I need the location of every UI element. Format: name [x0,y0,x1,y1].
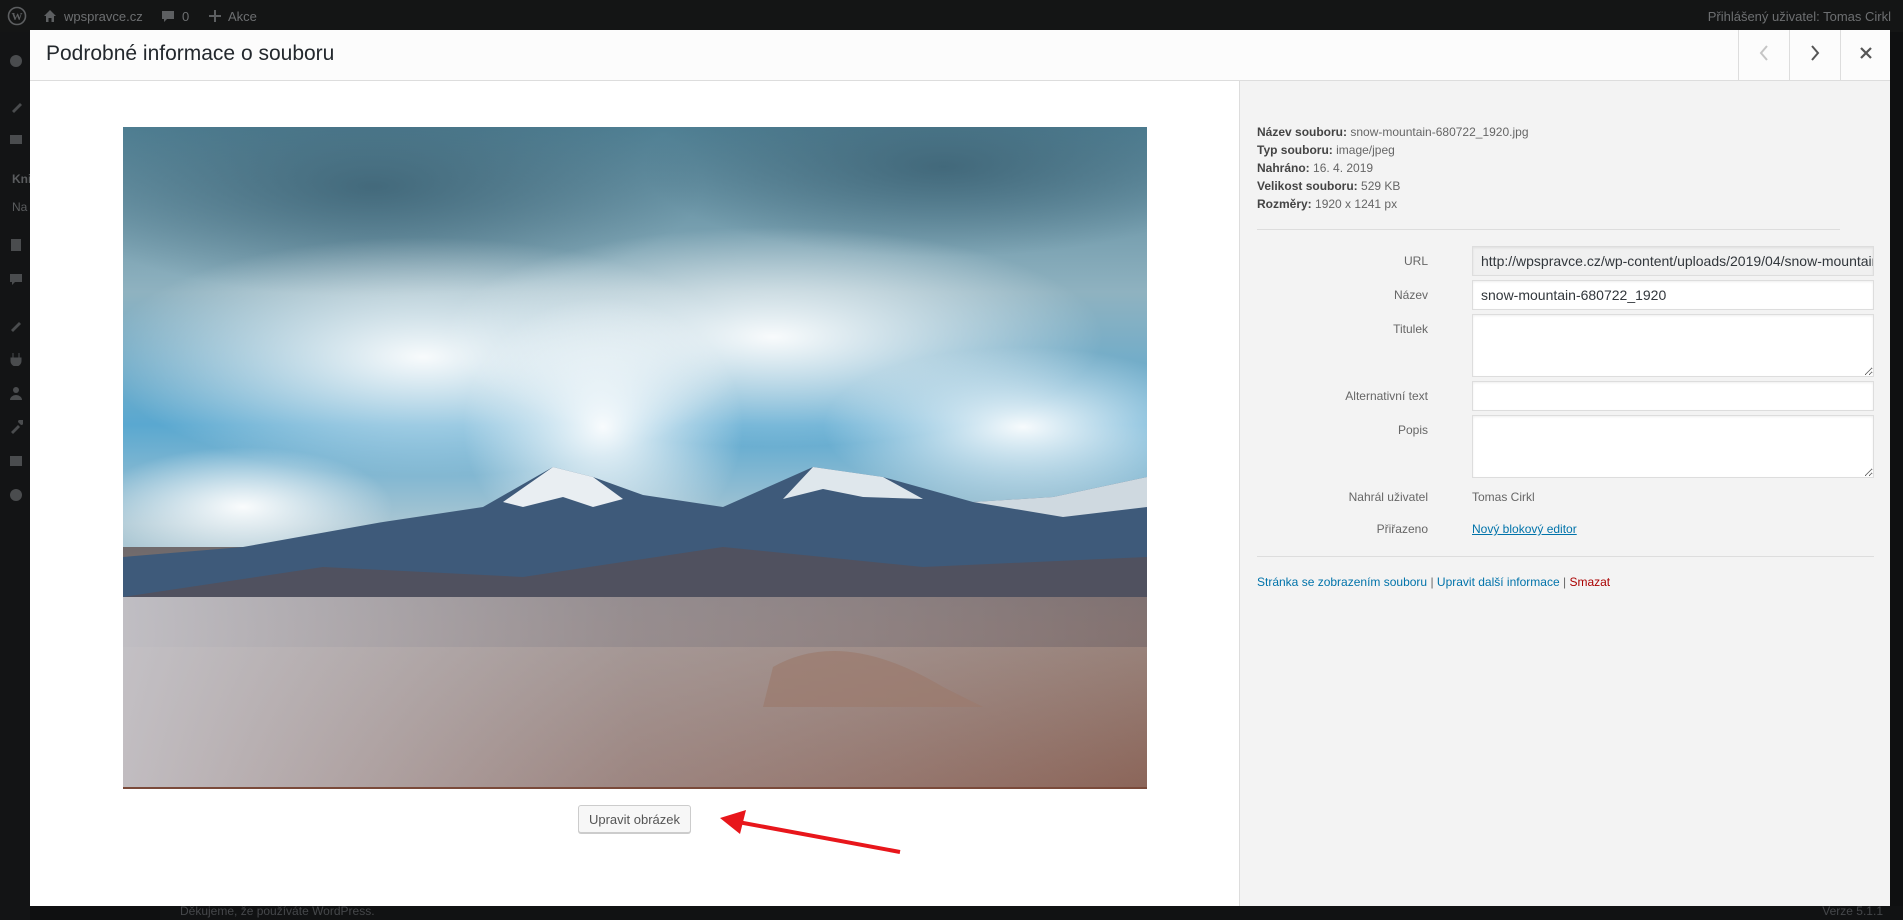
close-button[interactable] [1840,30,1890,80]
chevron-left-icon [1757,43,1771,68]
file-name-value: snow-mountain-680722_1920.jpg [1350,125,1529,139]
home-icon [42,8,58,24]
pin-icon[interactable] [9,100,23,114]
delete-permanently-link[interactable]: Smazat [1569,575,1610,589]
dimensions-value: 1920 x 1241 px [1315,197,1398,211]
divider [1257,229,1840,230]
background-footer: Děkujeme, že používáte WordPress. Verze … [160,904,1903,920]
comment-icon [160,8,176,24]
tools-icon[interactable] [9,419,24,434]
site-name-link[interactable]: wpspravce.cz [42,0,143,32]
dimensions-info: Rozměry: 1920 x 1241 px [1257,197,1397,211]
plus-icon [208,9,222,23]
close-icon [1859,46,1873,65]
file-name-info: Název souboru: snow-mountain-680722_1920… [1257,125,1529,139]
uploaded-label: Nahráno: [1257,161,1310,175]
media-icon[interactable] [9,132,23,146]
users-icon[interactable] [9,386,23,400]
edit-image-button[interactable]: Upravit obrázek [578,805,691,833]
uploaded-info: Nahráno: 16. 4. 2019 [1257,161,1373,175]
uploaded-value: 16. 4. 2019 [1313,161,1374,175]
pages-icon[interactable] [9,238,23,252]
admin-menu-partial-text-1: Kni [12,172,32,186]
file-size-info: Velikost souboru: 529 KB [1257,179,1400,193]
description-field[interactable] [1472,415,1874,478]
image-preview-area: Upravit obrázek [30,81,1239,906]
edit-more-details-link[interactable]: Upravit další informace [1437,575,1560,589]
new-content-link[interactable]: Akce [208,0,257,32]
comments-count: 0 [182,8,190,24]
chevron-right-icon [1808,43,1822,68]
alt-text-label: Alternativní text [1345,389,1428,403]
admin-menu: Kni Na [0,32,32,920]
attachment-details-modal: Podrobné informace o souboru Upravit obr… [30,30,1890,906]
attachment-image [123,127,1147,789]
user-account-link[interactable]: Přihlášený uživatel: Tomas Cirkl [1708,0,1891,32]
admin-bar: W wpspravce.cz 0 Akce Přihlášený uživate… [0,0,1903,32]
caption-label: Titulek [1393,322,1428,336]
attached-to-label: Přiřazeno [1376,522,1428,536]
file-type-value: image/jpeg [1336,143,1395,157]
caption-field[interactable] [1472,314,1874,377]
next-button[interactable] [1789,30,1840,80]
plugins-icon[interactable] [9,352,23,367]
url-label: URL [1403,254,1428,268]
footer-version: Verze 5.1.1 [1822,904,1883,918]
site-name: wpspravce.cz [64,8,143,24]
file-size-label: Velikost souboru: [1257,179,1358,193]
uploaded-by-label: Nahrál uživatel [1348,490,1428,504]
dashboard-icon[interactable] [9,54,23,68]
view-attachment-page-link[interactable]: Stránka se zobrazením souboru [1257,575,1427,589]
title-field[interactable]: snow-mountain-680722_1920 [1472,280,1874,310]
file-type-info: Typ souboru: image/jpeg [1257,143,1395,157]
comments-menu-icon[interactable] [9,272,23,286]
alt-text-field[interactable] [1472,381,1874,411]
attached-to-value: Nový blokový editor [1472,522,1577,536]
title-label: Název [1393,288,1428,302]
previous-button[interactable] [1738,30,1789,80]
file-size-value: 529 KB [1361,179,1401,193]
actions-row: Stránka se zobrazením souboru | Upravit … [1257,575,1610,589]
attachment-details-sidebar: Název souboru: snow-mountain-680722_1920… [1239,81,1890,906]
wordpress-logo-icon[interactable]: W [7,0,27,32]
annotation-arrow [720,810,901,854]
description-label: Popis [1397,423,1428,437]
footer-thanks: Děkujeme, že používáte WordPress. [180,904,375,918]
settings-icon[interactable] [9,454,23,468]
dimensions-label: Rozměry: [1257,197,1312,211]
action-separator: | [1430,575,1434,589]
comments-link[interactable]: 0 [160,0,189,32]
file-name-label: Název souboru: [1257,125,1348,139]
file-type-label: Typ souboru: [1257,143,1333,157]
svg-text:W: W [12,11,23,23]
modal-title: Podrobné informace o souboru [46,42,335,65]
url-field[interactable]: http://wpspravce.cz/wp-content/uploads/2… [1472,246,1874,276]
divider [1257,556,1874,557]
attached-to-link[interactable]: Nový blokový editor [1472,522,1577,536]
appearance-icon[interactable] [9,318,23,332]
admin-menu-partial-text-2: Na [12,200,28,214]
uploaded-by-value: Tomas Cirkl [1472,490,1535,504]
new-label: Akce [228,8,257,24]
modal-header: Podrobné informace o souboru [30,30,1890,81]
collapse-menu-icon[interactable] [9,488,23,502]
action-separator: | [1562,575,1567,589]
user-greeting: Přihlášený uživatel: Tomas Cirkl [1707,8,1891,24]
